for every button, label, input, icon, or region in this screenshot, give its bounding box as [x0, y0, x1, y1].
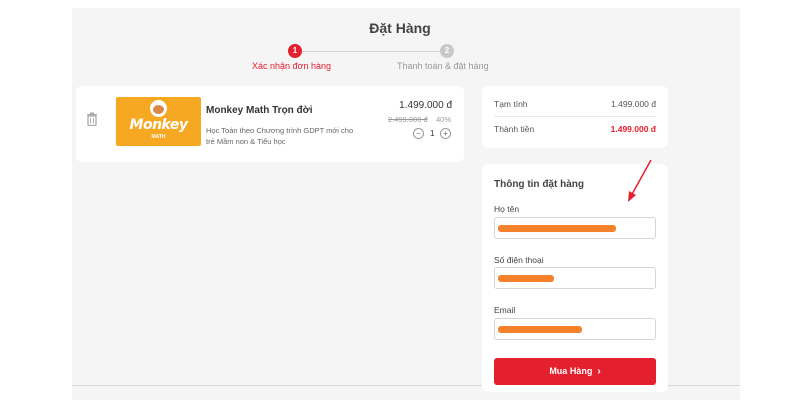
- form-title: Thông tin đặt hàng: [494, 179, 584, 190]
- buy-button[interactable]: Mua Hàng ›: [494, 358, 656, 385]
- stepper-connector: [302, 51, 440, 52]
- total-label: Thành tiền: [494, 124, 535, 134]
- quantity-value: 1: [430, 129, 435, 138]
- thumbnail-brand: Monkey: [129, 117, 188, 133]
- step-1-badge: 1: [288, 44, 302, 58]
- order-summary-card: Tạm tính 1.499.000 đ Thành tiền 1.499.00…: [482, 86, 668, 148]
- total-row: Thành tiền 1.499.000 đ: [494, 124, 656, 134]
- product-price: 1.499.000 đ: [399, 100, 452, 111]
- annotation-arrow-icon: [628, 159, 652, 202]
- name-field[interactable]: [494, 217, 656, 239]
- buy-button-label: Mua Hàng: [549, 366, 593, 376]
- product-description: Học Toán theo Chương trình GDPT mới cho …: [206, 126, 354, 146]
- email-label: Email: [494, 305, 516, 315]
- subtotal-row: Tạm tính 1.499.000 đ: [494, 99, 656, 109]
- redacted-email: [498, 326, 582, 333]
- minus-icon[interactable]: −: [413, 128, 424, 139]
- name-label: Họ tên: [494, 204, 520, 214]
- checkout-stepper: 1 2 Xác nhận đơn hàng Thanh toán & đặt h…: [0, 44, 800, 74]
- monkey-mascot-icon: [150, 100, 167, 117]
- trash-icon[interactable]: [86, 112, 98, 127]
- email-field[interactable]: [494, 318, 656, 340]
- product-old-price: 2.499.000 đ: [388, 115, 428, 124]
- phone-field[interactable]: [494, 267, 656, 289]
- step-1-label[interactable]: Xác nhận đơn hàng: [252, 61, 331, 71]
- step-2-label[interactable]: Thanh toán & đặt hàng: [397, 61, 489, 71]
- page-title: Đặt Hàng: [369, 20, 431, 36]
- thumbnail-subtitle: MATH: [151, 134, 166, 140]
- product-discount: 40%: [436, 115, 452, 124]
- total-value: 1.499.000 đ: [610, 124, 656, 134]
- cart-item-card: Monkey MATH Monkey Math Trọn đời Học Toá…: [76, 86, 464, 162]
- phone-label: Số điện thoại: [494, 255, 544, 265]
- redacted-name: [498, 225, 616, 232]
- chevron-right-icon: ›: [597, 366, 601, 377]
- subtotal-label: Tạm tính: [494, 99, 528, 109]
- redacted-phone: [498, 275, 554, 282]
- product-thumbnail[interactable]: Monkey MATH: [116, 97, 201, 146]
- summary-divider: [494, 116, 656, 117]
- plus-icon[interactable]: +: [440, 128, 451, 139]
- subtotal-value: 1.499.000 đ: [611, 99, 656, 109]
- product-name[interactable]: Monkey Math Trọn đời: [206, 105, 313, 116]
- step-2-badge: 2: [440, 44, 454, 58]
